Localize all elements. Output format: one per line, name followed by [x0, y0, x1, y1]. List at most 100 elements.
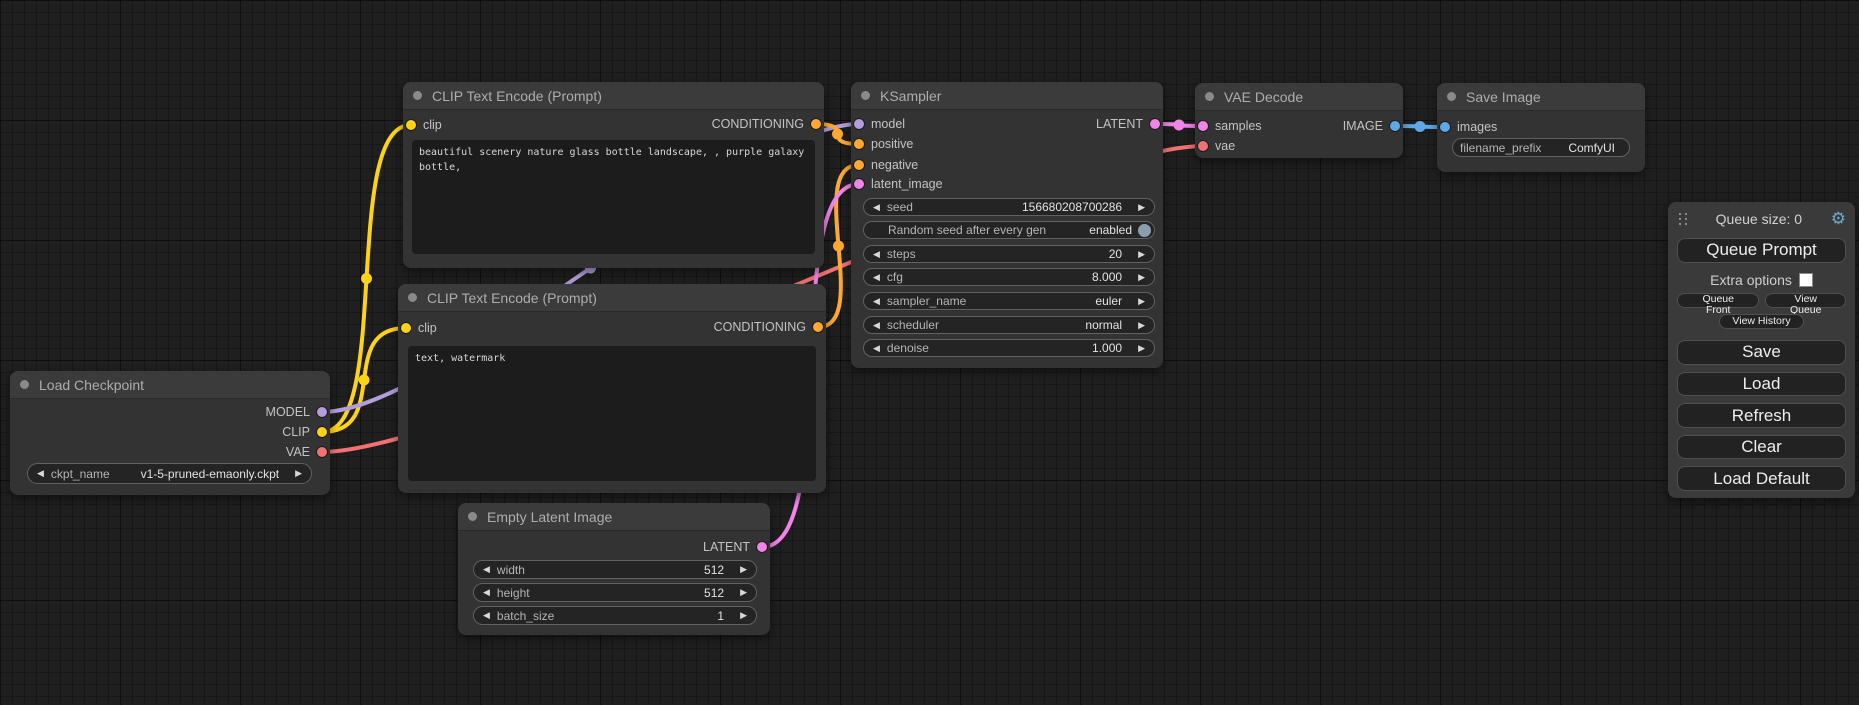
widget-increment-arrow-icon[interactable]: ▶ — [1138, 273, 1145, 282]
load-default-button[interactable]: Load Default — [1677, 466, 1846, 491]
widget-random-seed-after-every-gen[interactable]: Random seed after every genenabled — [863, 221, 1155, 239]
output-port-image[interactable]: IMAGE — [1343, 119, 1400, 133]
output-slot-dot[interactable] — [1150, 119, 1160, 129]
node-header[interactable]: CLIP Text Encode (Prompt) — [403, 82, 824, 110]
output-port-latent[interactable]: LATENT — [703, 540, 767, 554]
view-history-button[interactable]: View History — [1719, 314, 1803, 329]
input-slot-dot[interactable] — [854, 119, 864, 129]
node-ksampler[interactable]: KSampler model positive negative latent_imag… — [851, 82, 1163, 368]
widget-decrement-arrow-icon[interactable]: ◀ — [483, 611, 490, 620]
widget-cfg[interactable]: ◀cfg8.000▶ — [863, 268, 1155, 286]
input-slot-dot[interactable] — [401, 323, 411, 333]
input-port-model[interactable]: model — [854, 117, 905, 131]
node-load-checkpoint[interactable]: Load Checkpoint MODEL CLIP VAE ◀ckpt_namev1-… — [10, 371, 330, 495]
widget-increment-arrow-icon[interactable]: ▶ — [1138, 321, 1145, 330]
refresh-button[interactable]: Refresh — [1677, 403, 1846, 428]
output-slot-dot[interactable] — [811, 119, 821, 129]
widget-increment-arrow-icon[interactable]: ▶ — [1138, 344, 1145, 353]
widget-decrement-arrow-icon[interactable]: ◀ — [483, 565, 490, 574]
input-port-clip[interactable]: clip — [401, 321, 437, 335]
input-port-images[interactable]: images — [1440, 120, 1497, 134]
collapse-dot-icon[interactable] — [468, 512, 477, 521]
gear-icon[interactable] — [1831, 210, 1846, 227]
node-header[interactable]: Save Image — [1437, 83, 1645, 111]
output-port-vae[interactable]: VAE — [286, 445, 327, 459]
widget-sampler-name[interactable]: ◀sampler_nameeuler▶ — [863, 292, 1155, 310]
collapse-dot-icon[interactable] — [861, 91, 870, 100]
input-slot-dot[interactable] — [1198, 141, 1208, 151]
widget-decrement-arrow-icon[interactable]: ◀ — [873, 321, 880, 330]
widget-seed[interactable]: ◀seed156680208700286▶ — [863, 198, 1155, 216]
output-slot-dot[interactable] — [317, 407, 327, 417]
node-vae-decode[interactable]: VAE DecodesamplesvaeIMAGE — [1195, 83, 1403, 158]
input-slot-dot[interactable] — [1198, 121, 1208, 131]
output-port-clip[interactable]: CLIP — [282, 425, 327, 439]
output-slot-dot[interactable] — [317, 447, 327, 457]
output-port-conditioning[interactable]: CONDITIONING — [712, 117, 821, 131]
widget-filename-prefix[interactable]: filename_prefixComfyUI — [1452, 138, 1630, 157]
widget-increment-arrow-icon[interactable]: ▶ — [1138, 297, 1145, 306]
extra-options-checkbox[interactable] — [1799, 273, 1813, 287]
toggle-on-icon[interactable] — [1138, 224, 1151, 237]
prompt-textarea[interactable]: beautiful scenery nature glass bottle la… — [412, 140, 815, 254]
input-port-positive[interactable]: positive — [854, 137, 913, 151]
widget-increment-arrow-icon[interactable]: ▶ — [740, 565, 747, 574]
load-button[interactable]: Load — [1677, 372, 1846, 397]
widget-denoise[interactable]: ◀denoise1.000▶ — [863, 339, 1155, 357]
output-port-latent[interactable]: LATENT — [1096, 117, 1160, 131]
input-slot-dot[interactable] — [406, 120, 416, 130]
widget-scheduler[interactable]: ◀schedulernormal▶ — [863, 316, 1155, 334]
input-slot-dot[interactable] — [854, 179, 864, 189]
prompt-textarea[interactable]: text, watermark — [408, 346, 816, 481]
collapse-dot-icon[interactable] — [413, 91, 422, 100]
widget-increment-arrow-icon[interactable]: ▶ — [1138, 203, 1145, 212]
widget-decrement-arrow-icon[interactable]: ◀ — [483, 588, 490, 597]
node-clip-text-encode-negative[interactable]: CLIP Text Encode (Prompt) clip CONDITIONIN… — [398, 284, 826, 493]
widget-decrement-arrow-icon[interactable]: ◀ — [873, 273, 880, 282]
widget-ckpt-name[interactable]: ◀ckpt_namev1-5-pruned-emaonly.ckpt▶ — [27, 463, 312, 484]
collapse-dot-icon[interactable] — [1447, 92, 1456, 101]
output-slot-dot[interactable] — [813, 322, 823, 332]
widget-increment-arrow-icon[interactable]: ▶ — [740, 588, 747, 597]
widget-decrement-arrow-icon[interactable]: ◀ — [873, 297, 880, 306]
widget-decrement-arrow-icon[interactable]: ◀ — [873, 344, 880, 353]
widget-decrement-arrow-icon[interactable]: ◀ — [873, 203, 880, 212]
widget-increment-arrow-icon[interactable]: ▶ — [740, 611, 747, 620]
widget-steps[interactable]: ◀steps20▶ — [863, 245, 1155, 263]
widget-decrement-arrow-icon[interactable]: ◀ — [37, 469, 44, 478]
node-graph-canvas[interactable]: Load Checkpoint MODEL CLIP VAE ◀ckpt_namev1-… — [0, 0, 1859, 705]
input-port-negative[interactable]: negative — [854, 158, 918, 172]
output-port-model[interactable]: MODEL — [266, 405, 327, 419]
node-save-image[interactable]: Save Image images filename_prefixComfyUI — [1437, 83, 1645, 172]
save-button[interactable]: Save — [1677, 340, 1846, 365]
collapse-dot-icon[interactable] — [20, 380, 29, 389]
widget-batch-size[interactable]: ◀batch_size1▶ — [473, 606, 757, 625]
widget-increment-arrow-icon[interactable]: ▶ — [295, 469, 302, 478]
output-slot-dot[interactable] — [757, 542, 767, 552]
output-slot-dot[interactable] — [1390, 121, 1400, 131]
collapse-dot-icon[interactable] — [1205, 92, 1214, 101]
node-header[interactable]: Load Checkpoint — [10, 371, 330, 399]
collapse-dot-icon[interactable] — [408, 293, 417, 302]
node-header[interactable]: KSampler — [851, 82, 1163, 110]
widget-increment-arrow-icon[interactable]: ▶ — [1138, 250, 1145, 259]
node-empty-latent-image[interactable]: Empty Latent ImageLATENT◀width512▶◀heigh… — [458, 503, 770, 635]
drag-handle-icon[interactable] — [1679, 212, 1687, 226]
node-header[interactable]: VAE Decode — [1195, 83, 1403, 111]
input-port-vae[interactable]: vae — [1198, 139, 1235, 153]
input-slot-dot[interactable] — [854, 160, 864, 170]
input-port-latent-image[interactable]: latent_image — [854, 177, 943, 191]
node-header[interactable]: CLIP Text Encode (Prompt) — [398, 284, 826, 312]
queue-prompt-button[interactable]: Queue Prompt — [1677, 238, 1846, 264]
clear-button[interactable]: Clear — [1677, 435, 1846, 460]
input-slot-dot[interactable] — [854, 139, 864, 149]
input-slot-dot[interactable] — [1440, 122, 1450, 132]
output-port-conditioning[interactable]: CONDITIONING — [714, 320, 823, 334]
node-header[interactable]: Empty Latent Image — [458, 503, 770, 531]
queue-front-button[interactable]: Queue Front — [1677, 293, 1759, 308]
widget-width[interactable]: ◀width512▶ — [473, 560, 757, 579]
output-slot-dot[interactable] — [317, 427, 327, 437]
input-port-clip[interactable]: clip — [406, 118, 442, 132]
view-queue-button[interactable]: View Queue — [1765, 293, 1846, 308]
widget-decrement-arrow-icon[interactable]: ◀ — [873, 250, 880, 259]
